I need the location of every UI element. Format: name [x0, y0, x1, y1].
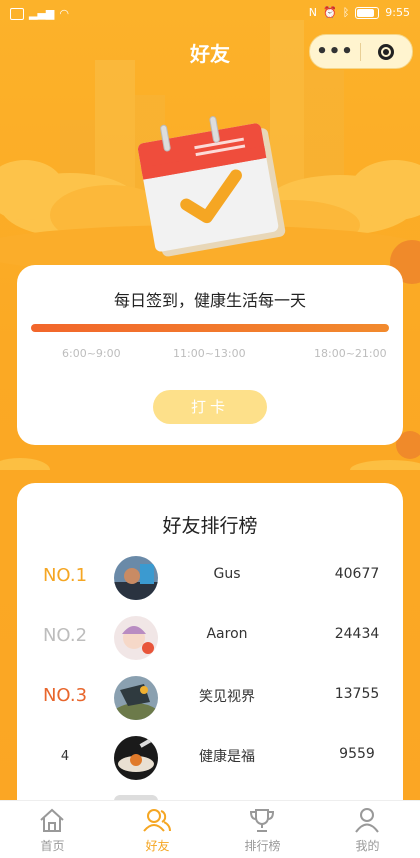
tab-friends[interactable]: 好友 [105, 801, 210, 858]
ranking-title: 好友排行榜 [162, 515, 258, 537]
ranking-row[interactable]: 4 健康是福 9559 [17, 731, 403, 787]
checkin-button[interactable]: 打卡 [153, 390, 267, 424]
friend-name: Aaron [206, 626, 248, 642]
user-icon [355, 808, 379, 833]
rank-number: NO.3 [42, 685, 88, 706]
friend-score: 24434 [334, 626, 380, 642]
time-slot: 11:00~13:00 [173, 347, 246, 360]
tab-label: 排行榜 [244, 839, 281, 853]
status-bar: ▂▄▆ ◠ N ⏰ ᛒ 9:55 [0, 0, 420, 28]
checkin-card: 每日签到，健康生活每一天 6:00~9:00 11:00~13:00 18:00… [17, 265, 403, 445]
tab-home[interactable]: 首页 [0, 801, 105, 858]
ranking-row[interactable]: NO.2 Aaron 24434 [17, 611, 403, 667]
bluetooth-icon: ᛒ [342, 6, 350, 19]
friend-name: 健康是福 [199, 749, 255, 765]
notification-icon [10, 7, 24, 20]
bottom-tab-bar: 首页 好友 排行榜 我的 [0, 800, 420, 858]
signal-icon: ▂▄▆ [29, 7, 55, 20]
avatar [114, 556, 158, 600]
battery-icon [355, 6, 380, 19]
home-icon [40, 808, 64, 832]
close-mini-program-button[interactable] [361, 43, 411, 60]
status-time: 9:55 [385, 6, 410, 19]
tab-label: 我的 [355, 839, 380, 853]
trophy-icon [249, 809, 275, 832]
wifi-icon: ◠ [59, 7, 69, 20]
tab-leaderboard[interactable]: 排行榜 [210, 801, 315, 858]
checkin-headline: 每日签到，健康生活每一天 [113, 291, 306, 310]
avatar [114, 616, 158, 660]
ranking-row[interactable]: NO.1 Gus 40677 [17, 551, 403, 607]
friends-icon [143, 809, 171, 832]
friend-score: 9559 [339, 746, 375, 762]
rank-number: NO.2 [42, 625, 88, 646]
ranking-row[interactable]: NO.3 笑见视界 13755 [17, 671, 403, 727]
mini-program-capsule: ••• [309, 34, 413, 69]
avatar [114, 676, 158, 720]
checkin-progress-bar [31, 324, 389, 332]
rank-number: NO.1 [42, 565, 88, 586]
target-icon [378, 43, 394, 60]
friend-name: Gus [213, 566, 241, 582]
alarm-icon: ⏰ [322, 6, 337, 19]
friend-name: 笑见视界 [199, 689, 255, 705]
time-slot: 18:00~21:00 [314, 347, 387, 360]
tab-label: 首页 [40, 839, 65, 853]
rank-number: 4 [60, 749, 70, 764]
avatar [114, 736, 158, 780]
tab-label: 好友 [145, 839, 170, 853]
tab-mine[interactable]: 我的 [315, 801, 420, 858]
nfc-icon: N [308, 6, 317, 19]
more-menu-button[interactable]: ••• [310, 35, 360, 68]
time-slot: 6:00~9:00 [62, 347, 121, 360]
friend-score: 40677 [334, 566, 380, 582]
friend-score: 13755 [334, 686, 380, 702]
